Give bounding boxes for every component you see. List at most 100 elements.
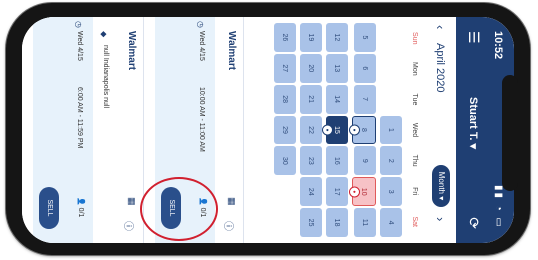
user-count-value: 0/1	[77, 207, 84, 218]
day-number: 6	[361, 66, 369, 71]
calendar-day[interactable]: 29	[274, 115, 296, 145]
day-number: 17	[333, 187, 341, 196]
weekday-label: Mon	[411, 62, 418, 76]
calendar-day[interactable]: 2	[380, 146, 402, 176]
day-number: 22	[307, 126, 315, 134]
calendar-empty-cell	[380, 23, 402, 52]
day-number: 19	[307, 33, 315, 42]
day-number: 21	[307, 95, 315, 104]
store-name: Walmart	[126, 31, 137, 71]
view-toggle-label: Month	[437, 171, 446, 194]
calendar-day[interactable]: 20	[300, 53, 322, 83]
calendar-day[interactable]: 12	[326, 23, 348, 52]
day-number: 29	[281, 126, 289, 134]
calendar-day[interactable]: 11	[354, 208, 376, 237]
calendar-day[interactable]: 7	[354, 84, 376, 114]
weekday-header: Sun Mon Tue Wed Thu Fri Sat	[404, 23, 418, 237]
day-number: 7	[361, 97, 369, 102]
phone-frame: 10:52 ▮▮ ◔ ▭ ☰ Stuart T. ▾ ⟳ ‹ April 202…	[6, 3, 530, 255]
store-building-icon: ▦	[227, 197, 237, 206]
weekday-label: Sun	[411, 32, 418, 45]
shift-row[interactable]: ◷ Wed 4/15 6:00 AM - 11:59 PM 👤 0/1 SELL	[33, 17, 93, 243]
menu-icon[interactable]: ☰	[465, 31, 482, 44]
calendar-day[interactable]: 26	[274, 23, 296, 52]
calendar-day[interactable]: 13	[326, 53, 348, 83]
calendar-day[interactable]: 27	[274, 53, 296, 83]
app-canvas: 10:52 ▮▮ ◔ ▭ ☰ Stuart T. ▾ ⟳ ‹ April 202…	[22, 17, 514, 243]
calendar-day[interactable]: 17	[326, 177, 348, 207]
shift-date: Wed 4/15	[76, 31, 83, 61]
store-location: ⬥ null Indianapolis null	[99, 17, 117, 243]
info-icon[interactable]: ⓘ	[122, 221, 137, 231]
user-menu[interactable]: Stuart T. ▾	[467, 97, 480, 149]
calendar-day[interactable]: 15 ●	[322, 115, 348, 145]
calendar-empty-cell	[274, 208, 296, 237]
calendar-day[interactable]: 4	[380, 208, 402, 237]
calendar-day[interactable]: 1	[380, 115, 402, 145]
sell-button[interactable]: SELL	[39, 187, 59, 229]
day-number: 26	[281, 33, 289, 42]
day-number: 2	[387, 158, 395, 163]
calendar-day[interactable]: 18	[326, 208, 348, 237]
clock-icon: ◷	[74, 21, 83, 28]
calendar-empty-cell	[274, 177, 296, 206]
calendar-day[interactable]: 3	[380, 177, 402, 207]
event-badge-icon: ●	[349, 124, 360, 136]
day-number: 4	[387, 220, 395, 225]
calendar-day[interactable]: 6	[354, 53, 376, 83]
shift-time: 6:00 AM - 11:59 PM	[76, 87, 83, 149]
calendar-day[interactable]: 25	[300, 208, 322, 237]
calendar-grid: 1 2 3 4 5 6 7 8 ● 9 10 ● 11 12 13 14 15 ● 16 17 18 19 20 21 22 23…	[274, 23, 402, 237]
month-title: April 2020	[434, 43, 446, 93]
event-badge-icon: ●	[349, 186, 360, 198]
calendar-day[interactable]: 9	[354, 146, 376, 176]
location-pin-icon: ⬥	[99, 31, 109, 38]
phone-screen: 10:52 ▮▮ ◔ ▭ ☰ Stuart T. ▾ ⟳ ‹ April 202…	[22, 17, 514, 243]
calendar-day[interactable]: 24	[300, 177, 322, 207]
calendar-day[interactable]: 22	[300, 115, 322, 145]
calendar-day[interactable]: 21	[300, 84, 322, 114]
shift-time: 10:00 AM - 11:00 AM	[198, 87, 205, 152]
shift-date: Wed 4/15	[198, 31, 205, 61]
weekday-label: Wed	[411, 122, 418, 138]
day-number: 5	[361, 35, 369, 40]
status-time: 10:52	[492, 31, 504, 60]
day-number: 8	[360, 128, 368, 132]
calendar-day[interactable]: 10 ●	[349, 177, 376, 207]
day-number: 27	[281, 64, 289, 73]
status-indicators: ▮▮ ◔ ▭	[493, 184, 504, 229]
day-number: 25	[307, 218, 315, 227]
day-number: 24	[307, 187, 315, 196]
store-name: Walmart	[226, 31, 237, 71]
weekday-label: Tue	[411, 93, 418, 106]
store-card: Walmart ▦ ⓘ ⬥ null Indianapolis null ◷ W…	[22, 17, 144, 243]
calendar-day[interactable]: 14	[326, 84, 348, 114]
day-number: 12	[333, 33, 341, 42]
calendar-toolbar: ‹ April 2020 Month ▾ ›	[418, 17, 456, 243]
store-address: null Indianapolis null	[102, 45, 109, 109]
day-number: 13	[333, 64, 341, 73]
clock-icon: ◷	[196, 21, 205, 28]
calendar-day[interactable]: 8 ●	[349, 115, 376, 145]
annotation-circle	[140, 177, 218, 241]
info-icon[interactable]: ⓘ	[222, 221, 237, 231]
calendar-day[interactable]: 23	[300, 146, 322, 176]
view-toggle-button[interactable]: Month ▾	[432, 165, 450, 207]
refresh-icon[interactable]: ⟳	[465, 217, 482, 229]
chevron-right-icon[interactable]: ›	[433, 217, 448, 221]
event-badge-icon: ●	[322, 124, 333, 136]
weekday-label: Fri	[411, 187, 418, 196]
chevron-left-icon[interactable]: ‹	[433, 25, 448, 29]
day-number: 9	[361, 158, 369, 163]
weekday-label: Thu	[411, 154, 418, 167]
calendar-day[interactable]: 19	[300, 23, 322, 52]
phone-notch	[502, 75, 518, 191]
calendar-day[interactable]: 5	[354, 23, 376, 52]
store-building-icon: ▦	[127, 197, 137, 206]
calendar-day[interactable]: 28	[274, 84, 296, 114]
calendar-day[interactable]: 16	[326, 146, 348, 176]
day-number: 28	[281, 95, 289, 104]
day-number: 3	[387, 189, 395, 194]
calendar-day[interactable]: 30	[274, 146, 296, 176]
day-number: 23	[307, 156, 315, 165]
